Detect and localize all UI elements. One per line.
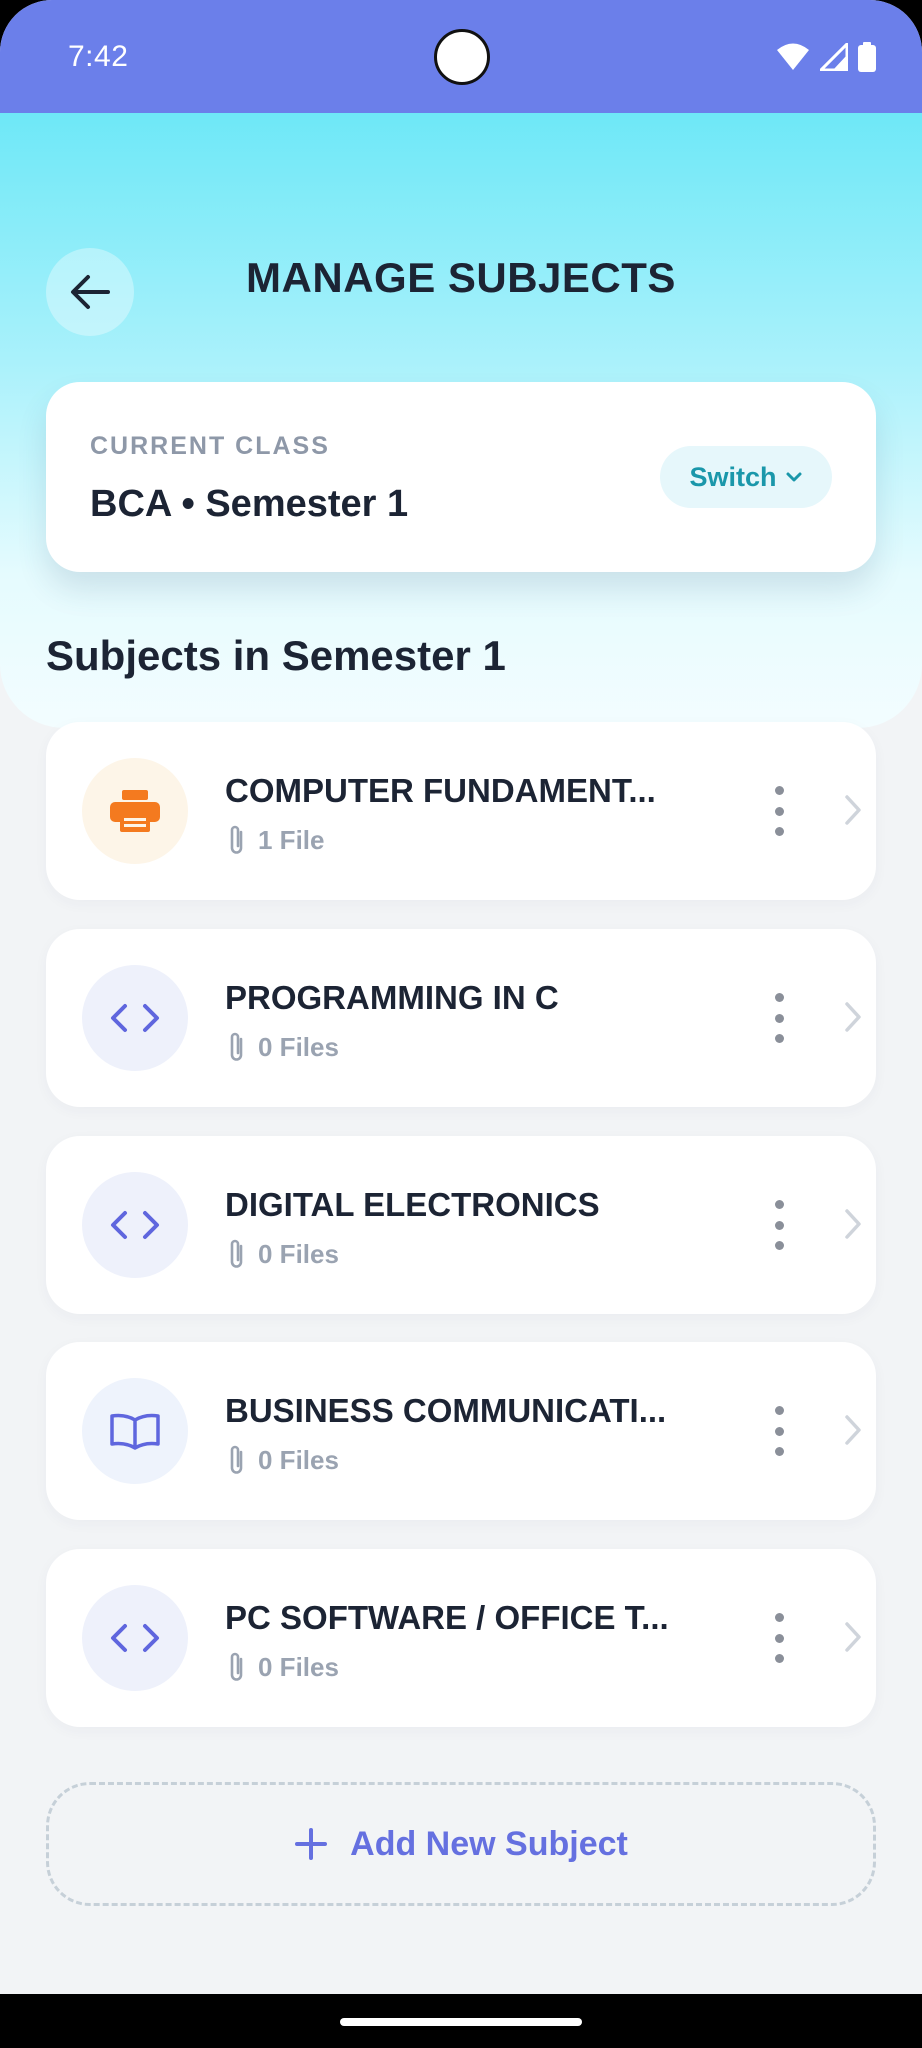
- subject-files-text: 0 Files: [258, 1031, 339, 1062]
- paperclip-icon: [230, 1239, 243, 1268]
- paperclip-icon: [230, 1652, 243, 1681]
- printer-icon: [110, 790, 160, 832]
- subject-name: COMPUTER FUNDAMENT...: [225, 772, 656, 809]
- more-options-button[interactable]: [768, 993, 790, 1043]
- plus-icon: [295, 1828, 328, 1860]
- battery-icon: [858, 41, 876, 72]
- more-options-button[interactable]: [768, 1406, 790, 1456]
- subject-card[interactable]: PROGRAMMING IN C 0 Files: [46, 929, 876, 1107]
- subject-card[interactable]: PC SOFTWARE / OFFICE T... 0 Files: [46, 1549, 876, 1727]
- subject-files-text: 0 Files: [258, 1444, 339, 1475]
- code-icon: [111, 1624, 159, 1652]
- chevron-right-icon: [845, 1002, 861, 1032]
- page-title: MANAGE SUBJECTS: [246, 254, 676, 301]
- book-icon: [110, 1413, 160, 1450]
- wifi-icon: [777, 43, 809, 70]
- section-title: Subjects in Semester 1: [46, 632, 506, 679]
- add-new-subject-label: Add New Subject: [350, 1824, 628, 1863]
- switch-label: Switch: [689, 461, 777, 492]
- current-class-card: CURRENT CLASS BCA • Semester 1 Switch: [46, 382, 876, 572]
- more-options-button[interactable]: [768, 1200, 790, 1250]
- subject-icon-circle: [82, 758, 188, 864]
- home-indicator[interactable]: [340, 2018, 582, 2026]
- subject-icon-circle: [82, 1585, 188, 1691]
- status-icons: [776, 41, 876, 72]
- subject-icon-circle: [82, 965, 188, 1071]
- screen: 7:42 MANAGE SUBJECTS CURRENT CLASS BCA •…: [0, 0, 922, 2048]
- signal-icon: [820, 42, 848, 71]
- subject-files-text: 1 File: [258, 824, 325, 855]
- paperclip-icon: [230, 825, 243, 854]
- subject-file-count: 0 Files: [228, 1444, 339, 1476]
- paperclip-icon: [230, 1445, 243, 1474]
- chevron-right-icon: [845, 795, 861, 825]
- code-icon: [111, 1004, 159, 1032]
- chevron-right-icon: [845, 1622, 861, 1652]
- chevron-right-icon: [845, 1415, 861, 1445]
- status-time: 7:42: [68, 39, 129, 73]
- chevron-right-icon: [845, 1209, 861, 1239]
- subject-file-count: 0 Files: [228, 1238, 339, 1270]
- switch-class-button[interactable]: Switch: [660, 446, 832, 508]
- subject-files-text: 0 Files: [258, 1238, 339, 1269]
- subject-name: DIGITAL ELECTRONICS: [225, 1186, 600, 1223]
- subject-card[interactable]: COMPUTER FUNDAMENT... 1 File: [46, 722, 876, 900]
- subject-file-count: 0 Files: [228, 1031, 339, 1063]
- subject-card[interactable]: DIGITAL ELECTRONICS 0 Files: [46, 1136, 876, 1314]
- subject-name: BUSINESS COMMUNICATI...: [225, 1392, 667, 1429]
- subject-file-count: 1 File: [228, 824, 324, 856]
- subject-files-text: 0 Files: [258, 1651, 339, 1682]
- camera-cutout: [434, 29, 490, 85]
- subject-icon-circle: [82, 1378, 188, 1484]
- code-icon: [111, 1211, 159, 1239]
- subject-icon-circle: [82, 1172, 188, 1278]
- more-options-button[interactable]: [768, 1613, 790, 1663]
- chevron-down-icon: [786, 472, 801, 482]
- more-options-button[interactable]: [768, 786, 790, 836]
- subject-name: PC SOFTWARE / OFFICE T...: [225, 1599, 669, 1636]
- subject-card[interactable]: BUSINESS COMMUNICATI... 0 Files: [46, 1342, 876, 1520]
- add-new-subject-button[interactable]: Add New Subject: [46, 1782, 876, 1906]
- paperclip-icon: [230, 1032, 243, 1061]
- subject-name: PROGRAMMING IN C: [225, 979, 559, 1016]
- subject-file-count: 0 Files: [228, 1651, 339, 1683]
